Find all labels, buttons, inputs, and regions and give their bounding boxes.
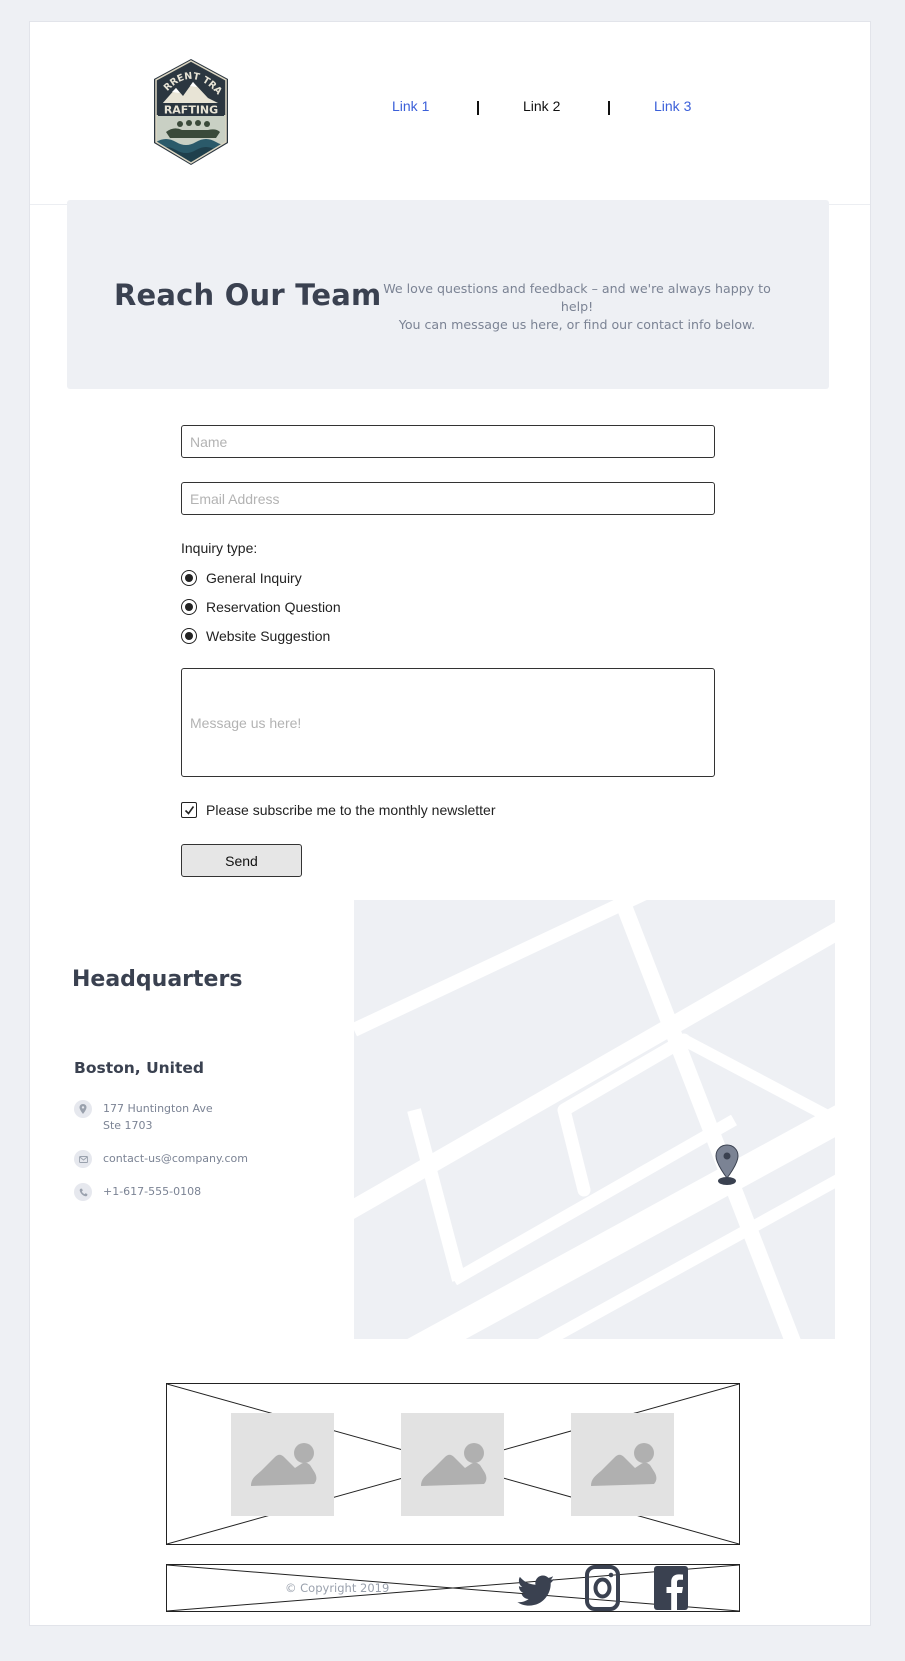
radio-button[interactable] [181,628,197,644]
hero-text-line: We love questions and feedback – and we'… [383,281,771,314]
city-name: Boston, United [74,1059,205,1077]
address-line: Ste 1703 [103,1119,153,1132]
nav-separator [477,101,479,115]
gallery-image[interactable] [231,1413,334,1516]
page-title: Reach Our Team [114,278,382,312]
instagram-icon[interactable] [585,1565,621,1611]
gallery-image[interactable] [401,1413,504,1516]
email-input[interactable] [181,482,715,515]
map-pin-icon[interactable] [715,1144,739,1185]
nav-link-2[interactable]: Link 2 [523,98,560,114]
inquiry-type-label: Inquiry type: [181,540,258,556]
site-footer: © Copyright 2019 [166,1564,740,1612]
rafting-logo[interactable]: TORRENT TRAIL RAFTING [152,58,230,166]
site-header: TORRENT TRAIL RAFTING Link 1 Link 2 Link… [30,22,870,205]
copyright-text: © Copyright 2019 [285,1581,390,1595]
radio-button[interactable] [181,599,197,615]
newsletter-label: Please subscribe me to the monthly newsl… [206,802,496,818]
page-card: TORRENT TRAIL RAFTING Link 1 Link 2 Link… [29,21,871,1626]
gallery-image[interactable] [571,1413,674,1516]
send-button[interactable]: Send [181,844,302,877]
nav-link-3[interactable]: Link 3 [654,98,691,114]
nav-separator [608,101,610,115]
image-placeholder-icon [591,1443,657,1486]
radio-label: Website Suggestion [206,628,331,644]
phone-info: +1-617-555-0108 [74,1183,201,1201]
image-gallery [166,1383,740,1545]
newsletter-option[interactable]: Please subscribe me to the monthly newsl… [181,802,495,818]
newsletter-checkbox[interactable] [181,802,197,818]
image-placeholder-icon [421,1443,487,1486]
facebook-icon[interactable] [653,1565,689,1611]
check-icon [184,805,194,815]
hero-banner: Reach Our Team We love questions and fee… [67,200,829,389]
hero-text-line: You can message us here, or find our con… [398,317,756,332]
image-placeholder-icon [251,1443,317,1486]
email-address[interactable]: contact-us@company.com [103,1150,248,1168]
message-textarea[interactable] [181,668,715,777]
radio-reservation-question[interactable]: Reservation Question [181,598,341,616]
headquarters-title: Headquarters [72,967,243,992]
radio-button[interactable] [181,570,197,586]
radio-label: General Inquiry [206,570,302,586]
mail-icon [74,1150,92,1168]
radio-general-inquiry[interactable]: General Inquiry [181,569,302,587]
location-map[interactable] [354,900,835,1339]
radio-label: Reservation Question [206,599,341,615]
location-icon [74,1100,92,1118]
radio-website-suggestion[interactable]: Website Suggestion [181,627,330,645]
twitter-icon[interactable] [517,1565,555,1611]
address-info: 177 Huntington Ave Ste 1703 [74,1100,213,1134]
nav-link-1[interactable]: Link 1 [392,98,429,114]
name-input[interactable] [181,425,715,458]
hero-description: We love questions and feedback – and we'… [367,280,787,334]
phone-icon [74,1183,92,1201]
logo-banner-text: RAFTING [164,104,218,117]
phone-number[interactable]: +1-617-555-0108 [103,1183,201,1201]
address-line: 177 Huntington Ave [103,1102,213,1115]
email-info: contact-us@company.com [74,1150,248,1168]
